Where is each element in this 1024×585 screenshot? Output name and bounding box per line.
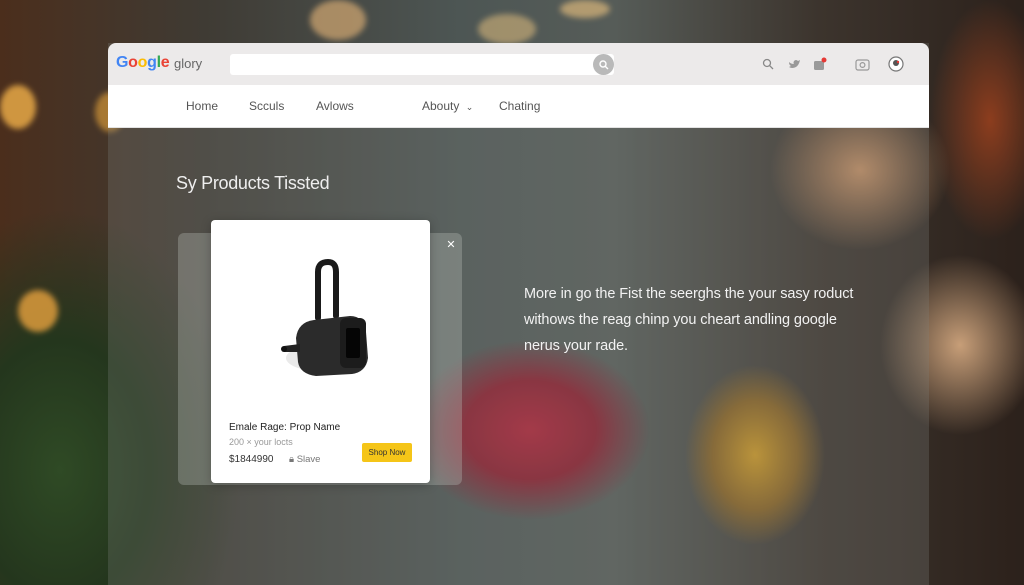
nav-item-scculs[interactable]: Scculs bbox=[249, 99, 284, 113]
logo-letter-o: o bbox=[137, 54, 148, 71]
nav-item-avlows[interactable]: Avlows bbox=[316, 99, 354, 113]
close-icon[interactable]: ✕ bbox=[444, 238, 458, 252]
product-image bbox=[281, 258, 368, 376]
logo-letter-g: G bbox=[116, 54, 129, 71]
search-input[interactable] bbox=[230, 54, 614, 75]
account-icon[interactable] bbox=[888, 56, 904, 72]
product-meta: 200 × your locts bbox=[229, 437, 293, 447]
nav-item-label: Abouty bbox=[422, 99, 460, 113]
nav-item-chating[interactable]: Chating bbox=[499, 99, 540, 113]
search-icon[interactable] bbox=[760, 56, 776, 72]
cart-icon[interactable] bbox=[812, 56, 828, 72]
chevron-down-icon: ⌄ bbox=[465, 102, 474, 112]
logo-letter-e: e bbox=[160, 54, 170, 71]
camera-icon[interactable] bbox=[854, 56, 870, 72]
search-icon bbox=[598, 59, 608, 69]
lock-icon: 🔒︎ bbox=[289, 454, 295, 465]
product-card[interactable]: Emale Rage: Prop Name 200 × your locts $… bbox=[211, 220, 430, 483]
save-label: Slave bbox=[296, 454, 321, 465]
save-link[interactable]: 🔒︎ Slave bbox=[289, 454, 320, 465]
google-logo[interactable]: Google bbox=[116, 54, 170, 72]
nav-item-home[interactable]: Home bbox=[186, 99, 218, 113]
product-name[interactable]: Emale Rage: Prop Name bbox=[229, 422, 340, 433]
notification-badge bbox=[821, 57, 827, 63]
logo-letter-o: o bbox=[128, 54, 138, 71]
top-bar: Google glory bbox=[108, 43, 929, 85]
promo-text: More in go the Fist the seerghs the your… bbox=[524, 281, 884, 359]
brand-subtitle: glory bbox=[174, 56, 203, 71]
promo-line: withows the reag chinp you cheart andlin… bbox=[524, 312, 837, 328]
section-title: Sy Products Tissted bbox=[176, 173, 330, 193]
search-button[interactable] bbox=[593, 54, 614, 75]
promo-line: More in go the Fist the seerghs the your… bbox=[524, 286, 854, 302]
nav-item-abouty[interactable]: Abouty ⌄ bbox=[422, 99, 473, 113]
bird-icon[interactable] bbox=[786, 56, 802, 72]
product-price: $1844990 bbox=[229, 454, 274, 465]
main-nav: Home Scculs Avlows Abouty ⌄ Chating bbox=[108, 85, 929, 128]
promo-line: nerus your rade. bbox=[524, 338, 628, 354]
shop-now-button[interactable]: Shop Now bbox=[362, 443, 412, 462]
logo-letter-g: g bbox=[147, 54, 157, 71]
